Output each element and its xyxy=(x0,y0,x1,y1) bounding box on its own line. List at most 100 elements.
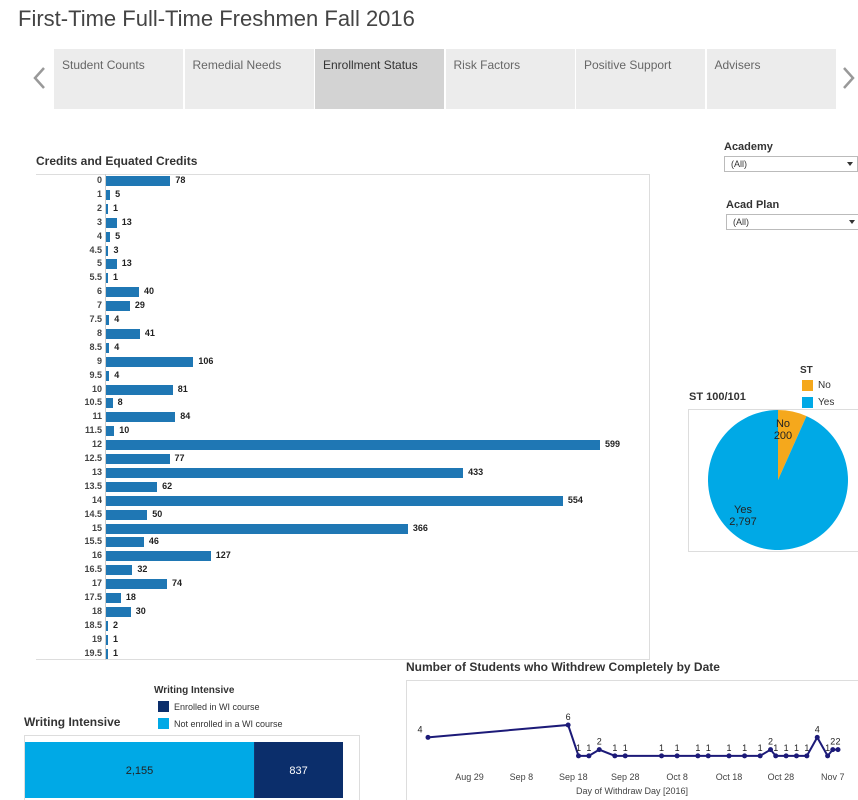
credits-bar[interactable] xyxy=(106,426,115,437)
credits-bar[interactable] xyxy=(106,593,121,603)
credits-bar[interactable] xyxy=(106,176,171,186)
credits-bar-row: 19 1 xyxy=(36,633,650,647)
credits-value-label: 4 xyxy=(114,369,120,380)
credits-bar[interactable] xyxy=(106,259,117,270)
credits-bar[interactable] xyxy=(106,189,111,200)
acad-plan-select[interactable]: (All) xyxy=(726,214,858,230)
withdraw-value-label: 4 xyxy=(417,724,422,734)
withdraw-value-label: 1 xyxy=(623,743,628,753)
credits-chart-title: Credits and Equated Credits xyxy=(36,154,198,168)
credits-bar[interactable] xyxy=(106,245,109,256)
credits-value-label: 1 xyxy=(113,633,119,644)
legend-swatch xyxy=(158,718,169,729)
credits-category-label: 18.5 xyxy=(84,619,102,630)
credits-category-label: 13.5 xyxy=(84,480,102,491)
credits-bar[interactable] xyxy=(106,370,110,381)
credits-bar[interactable] xyxy=(106,495,563,506)
tab-enrollment-status[interactable]: Enrollment Status xyxy=(315,49,444,109)
credits-value-label: 1 xyxy=(113,647,119,658)
credits-bar[interactable] xyxy=(106,620,108,631)
credits-category-label: 5 xyxy=(96,258,102,269)
credits-bar-row: 15 xyxy=(36,188,650,202)
academy-select[interactable]: (All) xyxy=(724,156,858,172)
credits-bar[interactable] xyxy=(106,565,133,576)
pie-value-label: 200 xyxy=(774,430,792,442)
credits-value-label: 127 xyxy=(215,550,231,561)
credits-bar[interactable] xyxy=(106,606,131,617)
credits-bar-row: 11 84 xyxy=(36,410,650,424)
withdraw-point xyxy=(830,747,836,753)
credits-bar[interactable] xyxy=(106,537,144,548)
credits-category-label: 10.5 xyxy=(84,397,102,408)
credits-category-label: 9 xyxy=(96,355,102,366)
credits-bar[interactable] xyxy=(106,287,139,298)
credits-bar[interactable] xyxy=(106,440,600,451)
credits-bar[interactable] xyxy=(106,467,464,478)
credits-bar[interactable] xyxy=(106,412,176,423)
credits-category-label: 7.5 xyxy=(89,314,102,324)
credits-bar-row: 16 127 xyxy=(36,549,650,563)
academy-select-value: (All) xyxy=(731,159,747,169)
credits-bar[interactable] xyxy=(106,398,113,409)
tab-advisers[interactable]: Advisers xyxy=(706,49,836,109)
credits-bar[interactable] xyxy=(106,273,108,284)
credits-bar[interactable] xyxy=(106,509,148,520)
tab-remedial-needs[interactable]: Remedial Needs xyxy=(184,49,314,109)
withdraw-point xyxy=(576,753,582,759)
chevron-down-icon xyxy=(849,220,855,224)
withdraw-value-label: 1 xyxy=(794,743,799,753)
credits-bar-row: 6 40 xyxy=(36,285,650,299)
chevron-right-icon[interactable] xyxy=(840,66,856,90)
credits-bar-row: 12.5 77 xyxy=(36,452,650,466)
credits-category-label: 0 xyxy=(96,175,102,185)
credits-bar-row: 5 13 xyxy=(36,257,650,271)
credits-bar-row: 21 xyxy=(36,202,650,216)
credits-bar[interactable] xyxy=(106,328,140,339)
page-title: First-Time Full-Time Freshmen Fall 2016 xyxy=(18,6,415,31)
credits-category-label: 1 xyxy=(96,188,102,199)
withdraw-point xyxy=(659,753,665,759)
st-legend-title: ST xyxy=(800,365,813,376)
withdraw-point xyxy=(565,722,571,728)
credits-bar[interactable] xyxy=(106,523,408,534)
credits-bar[interactable] xyxy=(106,315,110,325)
credits-bar[interactable] xyxy=(106,481,158,492)
credits-value-label: 3 xyxy=(113,244,119,255)
credits-bar[interactable] xyxy=(106,634,108,645)
credits-category-label: 14 xyxy=(91,494,102,505)
withdraw-value-label: 2 xyxy=(835,737,840,747)
wi-legend-title: Writing Intensive xyxy=(154,685,235,696)
credits-bar[interactable] xyxy=(106,203,108,214)
wi-legend-label-not-enrolled: Not enrolled in a WI course xyxy=(174,718,283,729)
credits-bar[interactable] xyxy=(106,579,168,590)
withdraw-point xyxy=(674,753,680,759)
withdraw-point xyxy=(425,734,431,740)
credits-bar-row: 12 599 xyxy=(36,438,650,452)
credits-bar[interactable] xyxy=(106,356,194,367)
credits-bar-row: 17 74 xyxy=(36,577,650,591)
withdraw-point xyxy=(695,753,701,759)
tab-student-counts[interactable]: Student Counts xyxy=(54,49,183,109)
credits-bar[interactable] xyxy=(106,342,110,353)
credits-bar[interactable] xyxy=(106,551,211,562)
credits-bar-row: 16.5 32 xyxy=(36,563,650,577)
credits-bar[interactable] xyxy=(106,454,170,464)
withdraw-point xyxy=(804,753,810,759)
chevron-left-icon[interactable] xyxy=(32,66,48,90)
credits-value-label: 554 xyxy=(567,494,583,505)
credits-bar[interactable] xyxy=(106,231,111,242)
withdraw-point xyxy=(793,753,799,759)
credits-value-label: 62 xyxy=(162,480,173,491)
credits-bar[interactable] xyxy=(106,384,173,395)
withdraw-chart-title: Number of Students who Withdrew Complete… xyxy=(406,660,720,674)
credits-value-label: 10 xyxy=(119,425,130,436)
credits-value-label: 8 xyxy=(117,397,123,408)
credits-bar[interactable] xyxy=(106,301,130,312)
credits-value-label: 18 xyxy=(125,592,136,602)
credits-bar[interactable] xyxy=(106,648,108,659)
tab-positive-support[interactable]: Positive Support xyxy=(576,49,705,109)
credits-bar[interactable] xyxy=(106,217,117,228)
tab-risk-factors[interactable]: Risk Factors xyxy=(445,49,575,109)
credits-value-label: 46 xyxy=(148,536,159,547)
credits-category-label: 2 xyxy=(96,202,102,213)
